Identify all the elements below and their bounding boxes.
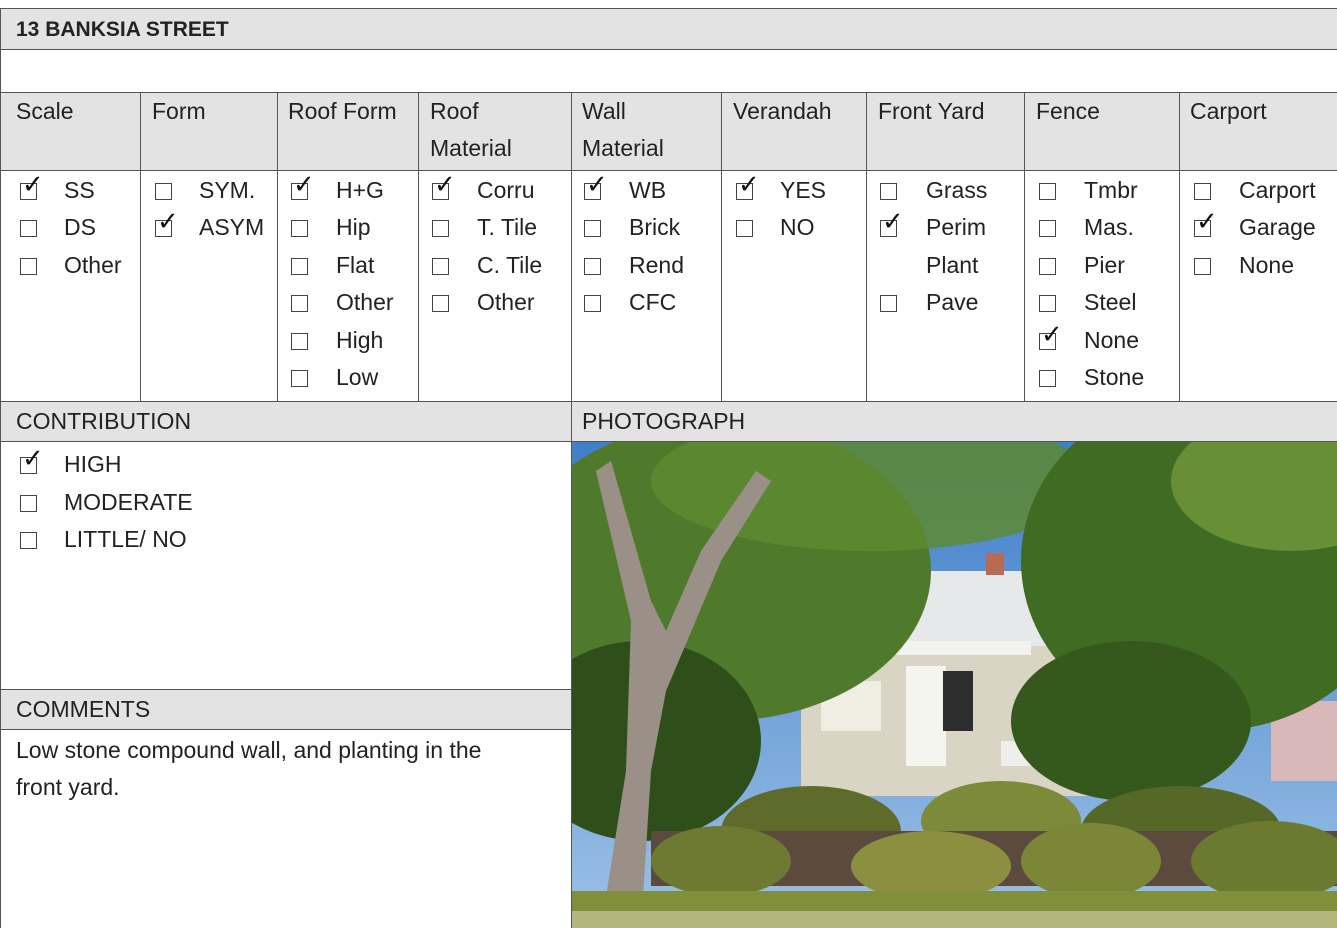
option-verandah-yes-checkbox[interactable]: ✓ xyxy=(736,172,760,200)
option-scale-ss-checkbox[interactable]: ✓ xyxy=(20,172,44,200)
option-form-asym-checkbox[interactable]: ✓ xyxy=(155,209,179,238)
checkmark-icon: ✓ xyxy=(738,170,760,200)
option-wall-material-rend-label: Rend xyxy=(629,251,684,278)
col-header-roof-form: Roof Form xyxy=(288,98,397,124)
option-carport-garage-checkbox[interactable]: ✓ xyxy=(1194,209,1218,238)
option-carport-carport-label: Carport xyxy=(1239,177,1316,203)
col-header-carport: Carport xyxy=(1190,98,1267,124)
option-form-sym--checkbox[interactable] xyxy=(155,183,172,200)
option-form-sym--label: SYM. xyxy=(199,177,256,203)
option-front-yard-pave-checkbox[interactable] xyxy=(880,295,897,313)
checkmark-icon: ✓ xyxy=(157,207,179,238)
option-fence-mas--checkbox[interactable] xyxy=(1039,220,1056,238)
checkmark-icon: ✓ xyxy=(586,170,608,200)
option-roof-material-corru-label: Corru xyxy=(477,177,535,203)
comments-text-line-1: Low stone compound wall, and planting in… xyxy=(16,737,482,763)
option-roof-material-t-tile-checkbox[interactable] xyxy=(432,220,449,238)
option-fence-mas--label: Mas. xyxy=(1084,214,1134,241)
photograph-header: PHOTOGRAPH xyxy=(582,408,746,434)
option-roof-material-other-checkbox[interactable] xyxy=(432,295,449,313)
contribution-high-label: HIGH xyxy=(64,451,122,477)
option-carport-none-checkbox[interactable] xyxy=(1194,257,1211,275)
option-roof-form-low-checkbox[interactable] xyxy=(291,370,308,387)
option-roof-form-other-label: Other xyxy=(336,289,394,316)
option-roof-form-h-g-label: H+G xyxy=(336,177,384,203)
option-carport-garage-label: Garage xyxy=(1239,214,1316,241)
option-scale-other-checkbox[interactable] xyxy=(20,257,37,275)
checkmark-icon: ✓ xyxy=(22,444,44,474)
option-front-yard-grass-label: Grass xyxy=(926,177,988,203)
option-fence-stone-label: Stone xyxy=(1084,364,1145,390)
option-roof-form-high-checkbox[interactable] xyxy=(291,332,308,350)
option-fence-pier-checkbox[interactable] xyxy=(1039,257,1056,275)
option-fence-pier-label: Pier xyxy=(1084,251,1125,278)
option-wall-material-wb-label: WB xyxy=(629,177,667,203)
option-roof-form-flat-label: Flat xyxy=(336,251,375,278)
option-wall-material-wb-checkbox[interactable]: ✓ xyxy=(584,172,608,200)
option-wall-material-brick-label: Brick xyxy=(629,214,681,241)
option-front-yard-grass-checkbox[interactable] xyxy=(880,183,897,200)
option-fence-tmbr-label: Tmbr xyxy=(1084,177,1138,203)
option-roof-material-t-tile-label: T. Tile xyxy=(477,214,538,241)
col-header-scale: Scale xyxy=(16,98,74,124)
option-fence-tmbr-checkbox[interactable] xyxy=(1039,183,1056,200)
col-header-form: Form xyxy=(152,98,206,124)
checkmark-icon: ✓ xyxy=(882,207,904,238)
option-fence-steel-label: Steel xyxy=(1084,289,1137,316)
contribution-high-checkbox[interactable]: ✓ xyxy=(20,446,44,474)
option-scale-ds-checkbox[interactable] xyxy=(20,220,37,238)
option-form-asym-label: ASYM xyxy=(199,214,265,241)
option-front-yard-perim-plant-checkbox[interactable]: ✓ xyxy=(880,209,904,238)
option-roof-material-other-label: Other xyxy=(477,289,535,316)
option-carport-none-label: None xyxy=(1239,251,1294,278)
house-photograph xyxy=(571,441,1337,928)
option-roof-form-hip-checkbox[interactable] xyxy=(291,220,308,238)
contribution-header: CONTRIBUTION xyxy=(16,408,192,434)
option-front-yard-perim-plant-label: Plant xyxy=(926,251,979,278)
checkmark-icon: ✓ xyxy=(293,170,315,200)
option-roof-material-corru-checkbox[interactable]: ✓ xyxy=(432,172,456,200)
col-header-front-yard: Front Yard xyxy=(878,98,985,124)
option-roof-form-high-label: High xyxy=(336,326,384,353)
contribution-little-no-checkbox[interactable] xyxy=(20,532,37,550)
option-verandah-no-checkbox[interactable] xyxy=(736,220,753,238)
col-header-wall-material: Wall Material xyxy=(582,98,664,161)
option-scale-ss-label: SS xyxy=(64,177,95,203)
option-roof-form-other-checkbox[interactable] xyxy=(291,295,308,313)
checkmark-icon: ✓ xyxy=(22,170,44,200)
option-fence-stone-checkbox[interactable] xyxy=(1039,370,1056,387)
option-wall-material-brick-checkbox[interactable] xyxy=(584,220,601,238)
option-roof-form-low-label: Low xyxy=(336,364,379,390)
option-roof-form-flat-checkbox[interactable] xyxy=(291,257,308,275)
checkmark-icon: ✓ xyxy=(434,170,456,200)
option-roof-form-h-g-checkbox[interactable]: ✓ xyxy=(291,172,315,200)
option-wall-material-cfc-label: CFC xyxy=(629,289,677,316)
contribution-moderate-checkbox[interactable] xyxy=(20,494,37,512)
option-fence-none-checkbox[interactable]: ✓ xyxy=(1039,322,1063,350)
option-verandah-no-label: NO xyxy=(780,214,815,241)
contribution-moderate-label: MODERATE xyxy=(64,488,193,515)
col-header-roof-material: Roof Material xyxy=(430,98,512,161)
option-scale-ds-label: DS xyxy=(64,214,96,241)
checkmark-icon: ✓ xyxy=(1041,319,1063,350)
option-carport-carport-checkbox[interactable] xyxy=(1194,183,1211,200)
checkmark-icon: ✓ xyxy=(1196,207,1218,238)
option-fence-steel-checkbox[interactable] xyxy=(1039,295,1056,313)
option-verandah-yes-label: YES xyxy=(780,177,827,203)
comments-text-line-2: front yard. xyxy=(16,774,120,800)
option-fence-none-label: None xyxy=(1084,326,1139,353)
option-roof-material-c-tile-label: C. Tile xyxy=(477,251,543,278)
option-front-yard-perim-plant-label: Perim xyxy=(926,214,987,241)
option-scale-other-label: Other xyxy=(64,251,122,278)
option-front-yard-pave-label: Pave xyxy=(926,289,979,316)
option-wall-material-rend-checkbox[interactable] xyxy=(584,257,601,275)
col-header-verandah: Verandah xyxy=(733,98,832,124)
contribution-little-no-label: LITTLE/ NO xyxy=(64,526,187,553)
property-title: 13 BANKSIA STREET xyxy=(16,18,229,41)
col-header-fence: Fence xyxy=(1036,98,1100,124)
option-roof-form-hip-label: Hip xyxy=(336,214,371,241)
option-wall-material-cfc-checkbox[interactable] xyxy=(584,295,601,313)
comments-header: COMMENTS xyxy=(16,696,151,722)
option-roof-material-c-tile-checkbox[interactable] xyxy=(432,257,449,275)
